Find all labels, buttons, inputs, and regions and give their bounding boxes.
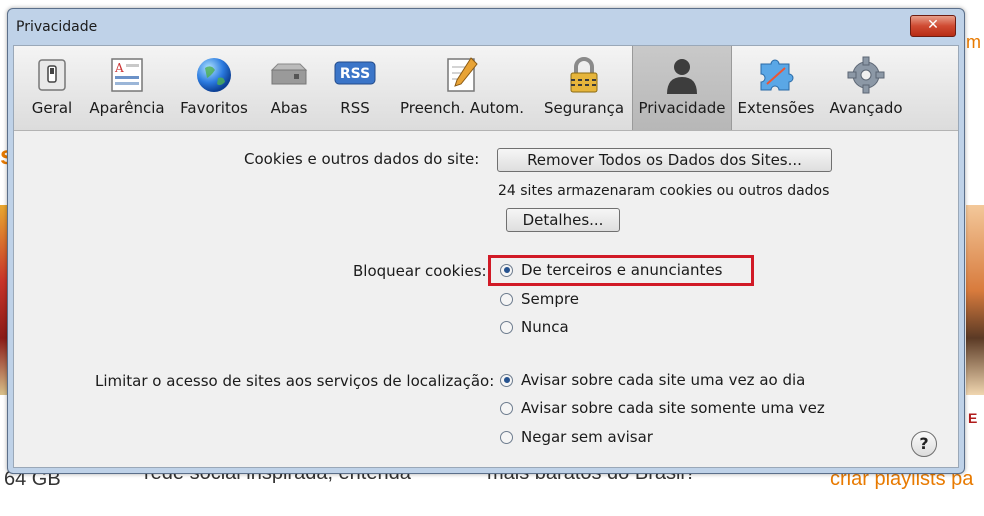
tab-label: Avançado [829, 99, 903, 117]
radio-button-checked[interactable] [500, 373, 513, 387]
tab-avancado[interactable]: Avançado [822, 46, 910, 130]
rss-badge-text: RSS [340, 66, 370, 82]
tab-extensoes[interactable]: Extensões [736, 46, 816, 130]
close-button[interactable]: ✕ [910, 15, 956, 37]
block-cookies-option-always[interactable]: Sempre [500, 288, 579, 310]
tab-seguranca[interactable]: Segurança [540, 46, 628, 130]
location-option-once[interactable]: Avisar sobre cada site somente uma vez [500, 397, 825, 419]
tab-label: Geral [31, 99, 73, 117]
tab-label: Extensões [737, 99, 815, 117]
option-label: Avisar sobre cada site uma vez ao dia [521, 371, 806, 389]
svg-text:A: A [114, 61, 124, 75]
tab-privacidade[interactable]: Privacidade [632, 46, 732, 130]
autofill-icon [447, 57, 478, 92]
option-label: Negar sem avisar [521, 428, 653, 446]
tab-label: Favoritos [180, 99, 248, 117]
tab-geral[interactable]: Geral [21, 46, 83, 130]
appearance-icon: A [111, 58, 143, 92]
option-label: Sempre [521, 290, 579, 308]
bg-fragment-right-label: E [968, 410, 978, 426]
tab-label: Preench. Autom. [399, 99, 525, 117]
block-cookies-option-never[interactable]: Nunca [500, 316, 569, 338]
radio-button[interactable] [500, 430, 513, 444]
tab-label: Aparência [89, 99, 165, 117]
gear-icon [847, 56, 885, 94]
lock-icon [570, 57, 598, 93]
globe-icon [197, 58, 231, 92]
radio-button[interactable] [500, 320, 513, 334]
tabs-icon [270, 63, 308, 85]
details-button[interactable]: Detalhes... [506, 208, 620, 232]
window-title: Privacidade [16, 19, 98, 35]
location-option-daily[interactable]: Avisar sobre cada site uma vez ao dia [500, 369, 805, 391]
title-bar[interactable]: Privacidade ✕ [8, 9, 964, 45]
location-option-deny[interactable]: Negar sem avisar [500, 426, 653, 448]
remove-all-site-data-button[interactable]: Remover Todos os Dados dos Sites... [497, 148, 832, 172]
location-services-label: Limitar o acesso de sites aos serviços d… [95, 372, 495, 390]
tab-label: Abas [270, 99, 308, 117]
tab-label: RSS [340, 99, 370, 117]
rss-icon: RSS [334, 61, 376, 85]
help-button[interactable]: ? [911, 431, 937, 457]
privacy-preferences-window: Privacidade ✕ Geral A Aparência Favorito… [7, 8, 965, 474]
tab-rss[interactable]: RSS RSS [330, 46, 380, 130]
tab-preench-autom[interactable]: Preench. Autom. [396, 46, 528, 130]
dialog-client-area: Geral A Aparência Favoritos Abas RSS RSS… [13, 45, 959, 468]
puzzle-icon [760, 59, 794, 91]
block-cookies-label: Bloquear cookies: [353, 262, 487, 280]
tab-abas[interactable]: Abas [264, 46, 314, 130]
radio-button[interactable] [500, 401, 513, 415]
cookies-label: Cookies e outros dados do site: [244, 150, 480, 168]
tab-label: Privacidade [638, 99, 726, 117]
cookies-status-text: 24 sites armazenaram cookies ou outros d… [498, 183, 830, 199]
option-label: Avisar sobre cada site somente uma vez [521, 399, 825, 417]
radio-button[interactable] [500, 292, 513, 306]
bg-fragment-right-top: m [966, 32, 981, 52]
preferences-toolbar: Geral A Aparência Favoritos Abas RSS RSS… [14, 46, 958, 131]
tab-favoritos[interactable]: Favoritos [175, 46, 253, 130]
switch-icon [38, 59, 66, 91]
option-label: Nunca [521, 318, 569, 336]
tab-aparencia[interactable]: A Aparência [87, 46, 167, 130]
tab-label: Segurança [543, 99, 625, 117]
highlight-annotation-box [488, 255, 754, 286]
bg-image-right [966, 205, 984, 395]
person-silhouette-icon [667, 59, 697, 94]
